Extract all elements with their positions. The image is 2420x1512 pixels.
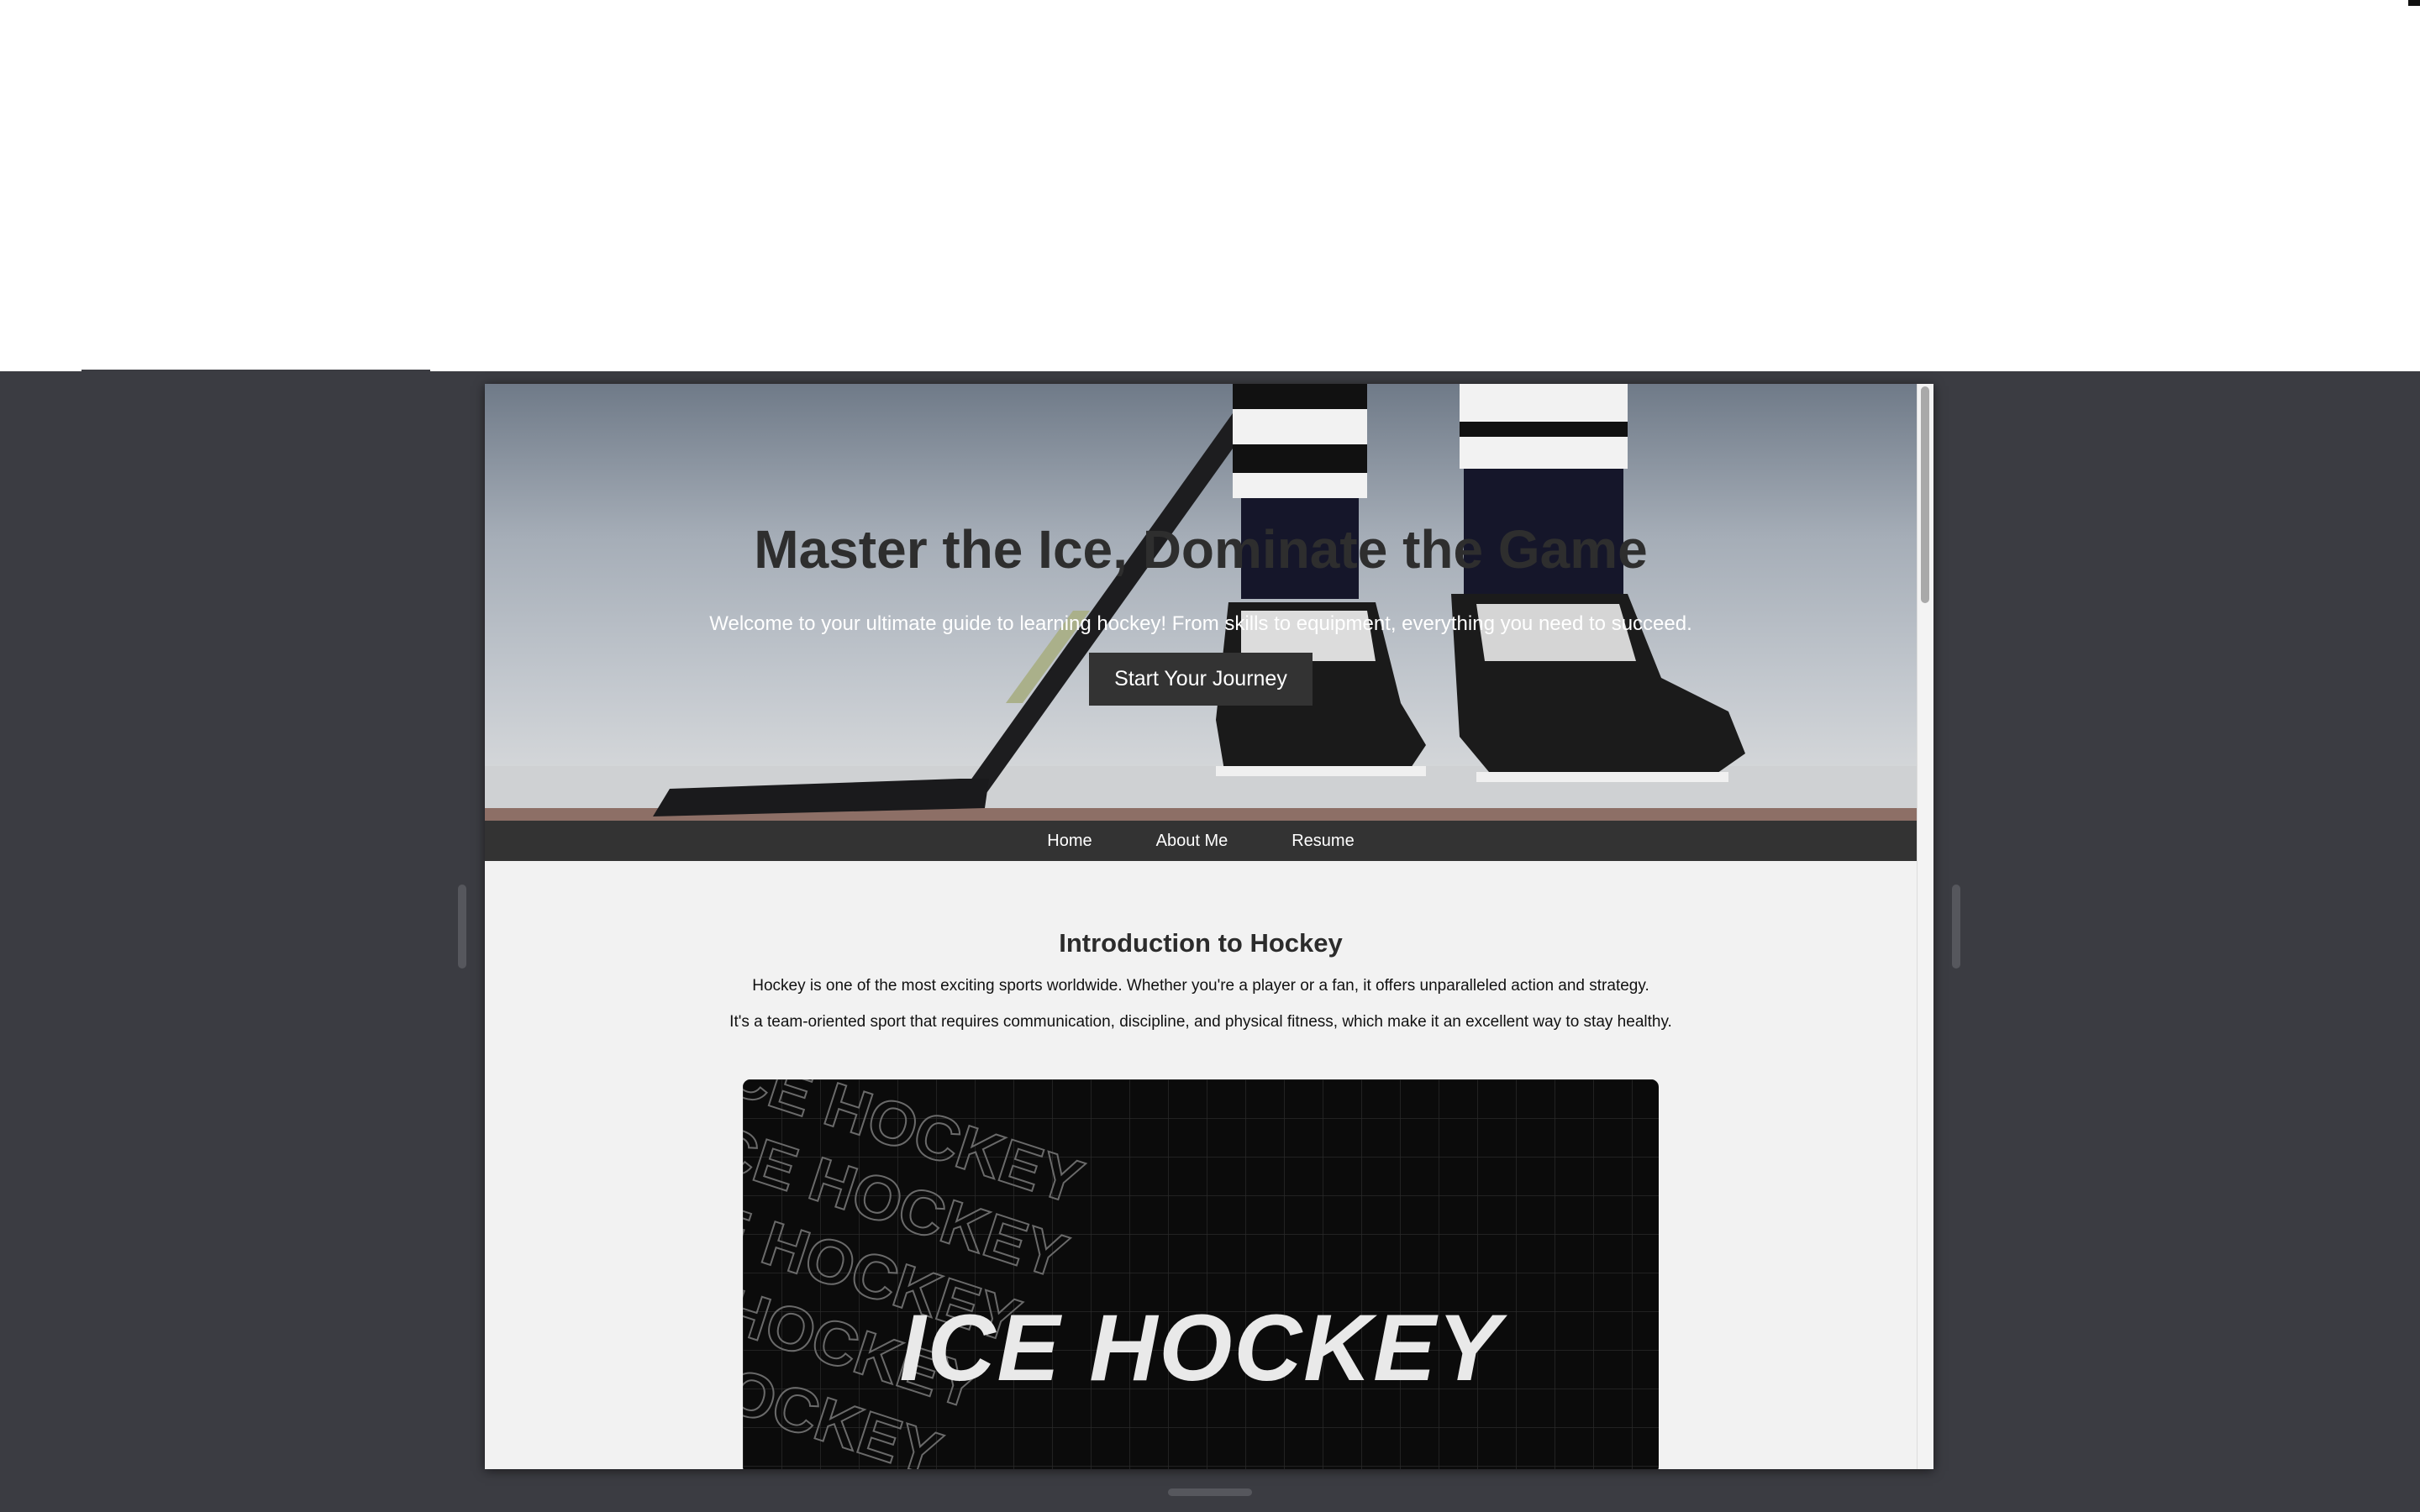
nav-about-me[interactable]: About Me bbox=[1156, 832, 1228, 851]
browser-viewport: Master the Ice, Dominate the Game Welcom… bbox=[485, 384, 1933, 1469]
hero-subtitle: Welcome to your ultimate guide to learni… bbox=[709, 612, 1692, 635]
nav-home[interactable]: Home bbox=[1047, 832, 1092, 851]
intro-section: Introduction to Hockey Hockey is one of … bbox=[485, 928, 1917, 1032]
banner-pattern: ICE HOCKEY ICE HOCKEY ICE HOCKEY ICE HOC… bbox=[743, 1079, 1659, 1469]
start-journey-button[interactable]: Start Your Journey bbox=[1089, 653, 1313, 706]
hero-title: Master the Ice, Dominate the Game bbox=[754, 519, 1648, 580]
resize-handle-bottom[interactable] bbox=[1168, 1488, 1252, 1496]
intro-paragraph: Hockey is one of the most exciting sport… bbox=[752, 977, 1649, 995]
scrollbar-thumb[interactable] bbox=[1921, 386, 1929, 603]
resize-handle-right[interactable] bbox=[1952, 885, 1960, 969]
banner-title: ICE HOCKEY bbox=[899, 1295, 1502, 1400]
ice-hockey-banner-image: ICE HOCKEY ICE HOCKEY ICE HOCKEY ICE HOC… bbox=[743, 1079, 1659, 1469]
resize-handle-left[interactable] bbox=[458, 885, 466, 969]
hero-section: Master the Ice, Dominate the Game Welcom… bbox=[485, 384, 1917, 821]
backdrop-panel-left bbox=[82, 370, 430, 689]
nav-resume[interactable]: Resume bbox=[1292, 832, 1354, 851]
intro-title: Introduction to Hockey bbox=[1059, 928, 1343, 958]
page-scrollbar[interactable] bbox=[1917, 384, 1933, 1469]
main-nav: Home About Me Resume bbox=[485, 821, 1917, 861]
intro-paragraph: It's a team-oriented sport that requires… bbox=[729, 1013, 1672, 1031]
corner-mark bbox=[2408, 0, 2420, 6]
web-page: Master the Ice, Dominate the Game Welcom… bbox=[485, 384, 1917, 1469]
hero-content: Master the Ice, Dominate the Game Welcom… bbox=[485, 518, 1917, 706]
